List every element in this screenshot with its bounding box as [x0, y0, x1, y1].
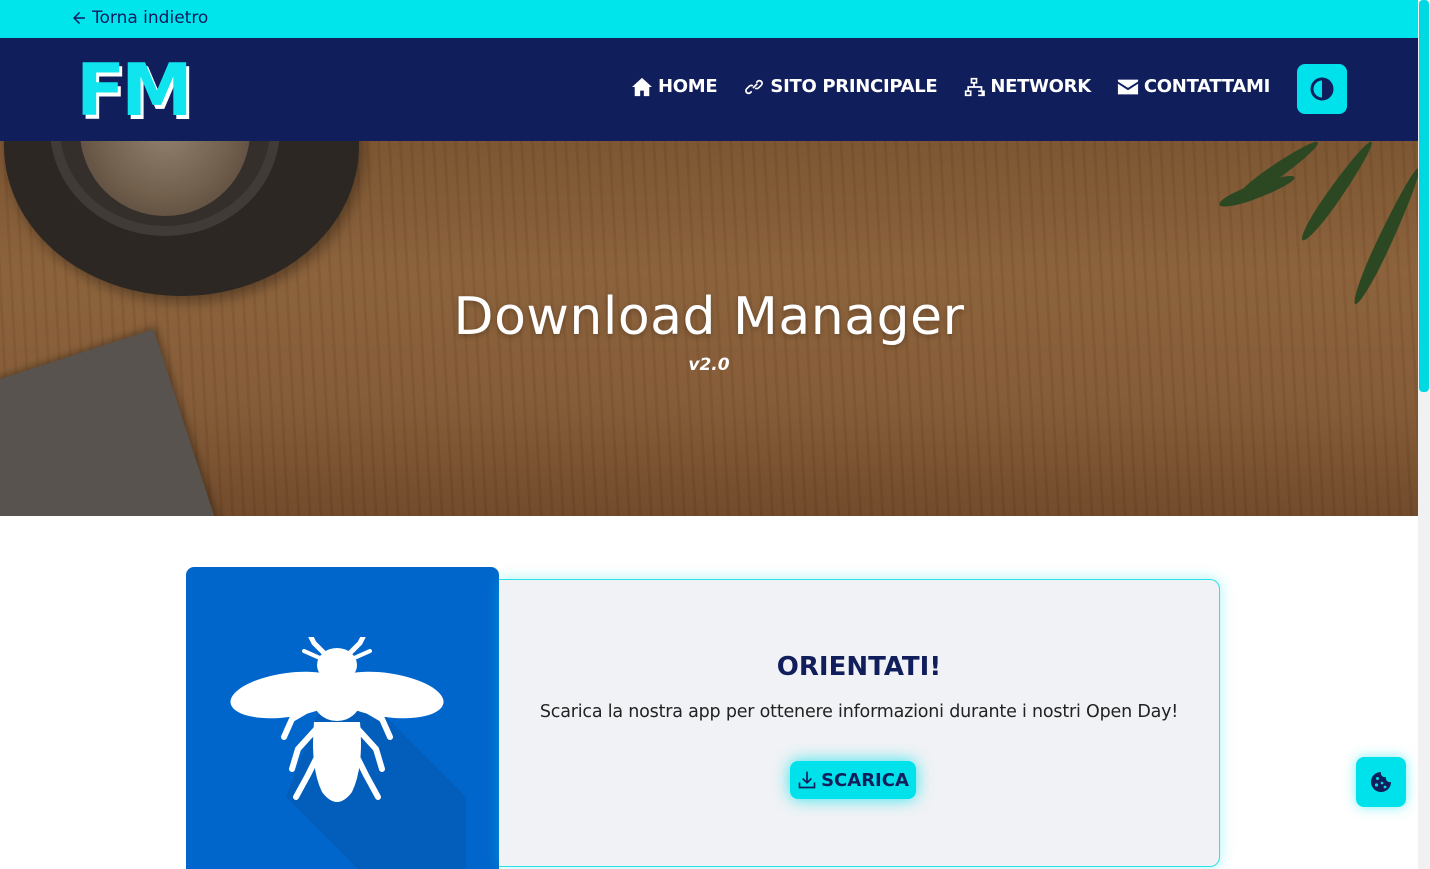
- bee-icon: [230, 637, 466, 869]
- nav-item-label: SITO PRINCIPALE: [770, 76, 938, 97]
- version-label: v2.0: [688, 355, 730, 375]
- arrow-left-icon: [73, 12, 85, 24]
- nav-item-label: CONTATTAMI: [1143, 76, 1270, 97]
- theme-toggle-button[interactable]: [1297, 64, 1347, 114]
- contrast-icon: [1310, 77, 1334, 101]
- envelope-icon: [1117, 79, 1138, 94]
- nav-item-network[interactable]: NETWORK: [963, 76, 1091, 97]
- card-image: [186, 567, 499, 869]
- top-bar: Torna indietro: [0, 0, 1418, 38]
- link-icon: [745, 79, 764, 94]
- download-button[interactable]: SCARICA: [790, 761, 916, 799]
- nav-item-home[interactable]: HOME: [631, 76, 718, 97]
- card-title: ORIENTATI!: [776, 652, 942, 682]
- app-card: ORIENTATI! Scarica la nostra app per ott…: [186, 567, 1220, 869]
- nav-item-contattami[interactable]: CONTATTAMI: [1117, 76, 1270, 97]
- nav-item-label: NETWORK: [990, 76, 1091, 97]
- card-description: Scarica la nostra app per ottenere infor…: [539, 702, 1179, 722]
- card-body: ORIENTATI! Scarica la nostra app per ott…: [499, 579, 1220, 867]
- cookie-icon: [1371, 772, 1391, 792]
- cookie-settings-button[interactable]: [1356, 757, 1406, 807]
- scrollbar-thumb[interactable]: [1419, 0, 1429, 392]
- back-link-label: Torna indietro: [92, 8, 209, 28]
- nav-item-label: HOME: [658, 76, 718, 97]
- home-icon: [632, 77, 653, 96]
- download-icon: [798, 771, 816, 789]
- page-title: Download Manager: [453, 287, 965, 347]
- network-icon: [965, 77, 986, 96]
- download-button-label: SCARICA: [821, 769, 909, 791]
- hero-banner: Download Manager v2.0: [0, 141, 1418, 516]
- nav-item-sito-principale[interactable]: SITO PRINCIPALE: [743, 76, 938, 97]
- site-logo[interactable]: FM: [76, 50, 193, 130]
- main-nav: HOME SITO PRINCIPALE NETWORK CONTATTAMI: [631, 76, 1270, 97]
- navbar: FM HOME SITO PRINCIPALE NETWORK CONTATTA…: [0, 38, 1418, 141]
- back-link[interactable]: Torna indietro: [70, 8, 208, 28]
